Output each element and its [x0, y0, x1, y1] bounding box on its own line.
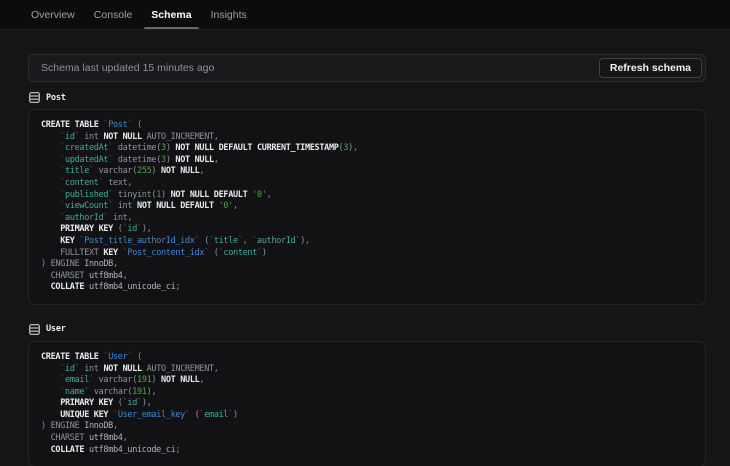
code-line: CHARSET utf8mb4,: [41, 433, 128, 444]
tab-label: Schema: [151, 8, 192, 21]
code-line: `email` varchar(191) NOT NULL,: [60, 375, 205, 386]
tab-schema[interactable]: Schema: [144, 0, 199, 29]
code-line: PRIMARY KEY (`id`),: [60, 398, 152, 409]
table-section-post: Post CREATE TABLE `Post` ( `id` int NOT N…: [28, 92, 706, 305]
table-header: User: [28, 324, 706, 335]
code-line: `authorId` int,: [60, 212, 133, 223]
sql-code-post: CREATE TABLE `Post` ( `id` int NOT NULL …: [28, 109, 706, 305]
code-line: PRIMARY KEY (`id`),: [60, 224, 152, 235]
table-name: User: [46, 324, 66, 335]
code-line: `updatedAt` datetime(3) NOT NULL,: [60, 154, 219, 165]
schema-content: Schema last updated 15 minutes ago Refre…: [0, 30, 730, 466]
tab-bar: Overview Console Schema Insights: [0, 0, 730, 30]
code-line: COLLATE utf8mb4_unicode_ci;: [50, 282, 181, 293]
code-line: FULLTEXT KEY `Post_content_idx` (`conten…: [60, 247, 267, 258]
tab-insights[interactable]: Insights: [204, 0, 254, 29]
schema-last-updated-text: Schema last updated 15 minutes ago: [41, 62, 215, 74]
table-header: Post: [28, 92, 706, 103]
code-line: ) ENGINE InnoDB,: [41, 259, 118, 270]
code-line: CREATE TABLE `Post` (: [41, 120, 142, 130]
tab-console[interactable]: Console: [87, 0, 140, 29]
tab-label: Console: [93, 8, 133, 21]
code-line: UNIQUE KEY `User_email_key` (`email`): [60, 409, 238, 420]
tables-list: Post CREATE TABLE `Post` ( `id` int NOT N…: [28, 92, 706, 466]
code-line: `viewCount` int NOT NULL DEFAULT '0',: [60, 201, 238, 212]
code-line: `title` varchar(255) NOT NULL,: [60, 166, 205, 177]
code-line: `id` int NOT NULL AUTO_INCREMENT,: [60, 131, 219, 142]
code-line: ) ENGINE InnoDB,: [41, 421, 118, 432]
schema-status-bar: Schema last updated 15 minutes ago Refre…: [28, 54, 706, 82]
sql-code-user: CREATE TABLE `User` ( `id` int NOT NULL …: [28, 340, 706, 466]
table-icon: [29, 92, 40, 103]
table-section-user: User CREATE TABLE `User` ( `id` int NOT N…: [28, 324, 706, 466]
tab-label: Insights: [210, 8, 247, 21]
tab-overview[interactable]: Overview: [24, 0, 82, 29]
code-line: `createdAt` datetime(3) NOT NULL DEFAULT…: [60, 143, 358, 154]
code-line: COLLATE utf8mb4_unicode_ci;: [50, 444, 181, 455]
code-line: `id` int NOT NULL AUTO_INCREMENT,: [60, 363, 219, 374]
refresh-schema-button[interactable]: Refresh schema: [598, 58, 702, 78]
code-line: `content` text,: [60, 177, 133, 188]
tab-label: Overview: [31, 8, 75, 21]
table-name: Post: [46, 92, 66, 103]
code-line: CHARSET utf8mb4,: [41, 270, 128, 281]
code-line: CREATE TABLE `User` (: [41, 351, 142, 362]
code-line: `name` varchar(191),: [60, 386, 157, 397]
code-line: KEY `Post_title_authorId_idx` (`title`, …: [60, 235, 310, 246]
code-line: `published` tinyint(1) NOT NULL DEFAULT …: [60, 189, 272, 200]
table-icon: [29, 324, 40, 335]
